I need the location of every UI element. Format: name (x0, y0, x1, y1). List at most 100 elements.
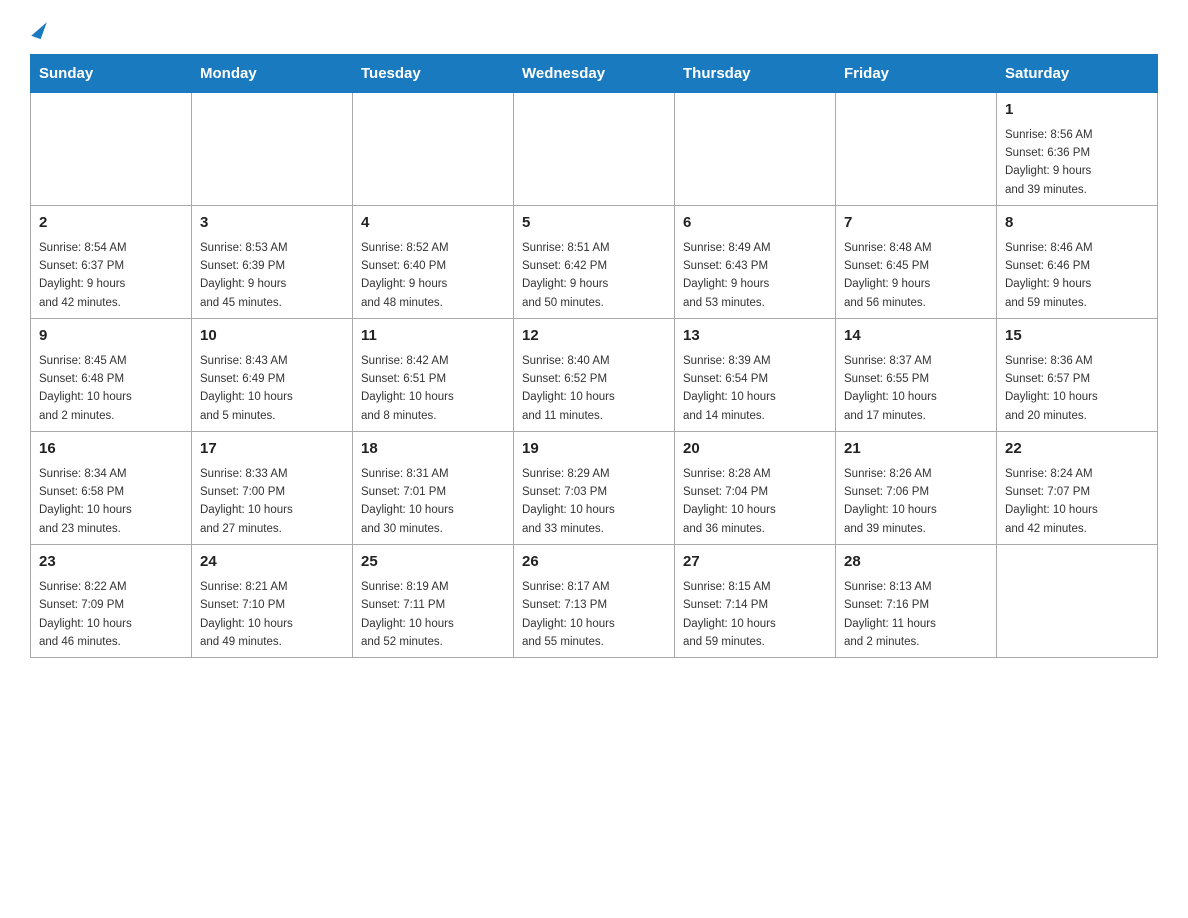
day-info: Sunrise: 8:34 AM Sunset: 6:58 PM Dayligh… (39, 465, 183, 539)
day-number: 7 (844, 212, 988, 235)
day-number: 10 (200, 325, 344, 348)
calendar-cell: 11 Sunrise: 8:42 AM Sunset: 6:51 PM Dayli… (353, 319, 514, 432)
weekday-header-saturday: Saturday (997, 55, 1158, 93)
day-info: Sunrise: 8:33 AM Sunset: 7:00 PM Dayligh… (200, 465, 344, 539)
week-row-5: 23 Sunrise: 8:22 AM Sunset: 7:09 PM Dayli… (31, 545, 1158, 658)
calendar-cell: 16 Sunrise: 8:34 AM Sunset: 6:58 PM Dayli… (31, 432, 192, 545)
weekday-header-thursday: Thursday (675, 55, 836, 93)
calendar-cell (353, 93, 514, 206)
day-number: 2 (39, 212, 183, 235)
day-info: Sunrise: 8:45 AM Sunset: 6:48 PM Dayligh… (39, 352, 183, 426)
week-row-3: 9 Sunrise: 8:45 AM Sunset: 6:48 PM Daylig… (31, 319, 1158, 432)
day-info: Sunrise: 8:22 AM Sunset: 7:09 PM Dayligh… (39, 578, 183, 652)
calendar-table: SundayMondayTuesdayWednesdayThursdayFrid… (30, 54, 1158, 658)
calendar-cell: 20 Sunrise: 8:28 AM Sunset: 7:04 PM Dayli… (675, 432, 836, 545)
calendar-cell: 25Sunrise: 8:19 AM Sunset: 7:11 PM Dayli… (353, 545, 514, 658)
weekday-header-row: SundayMondayTuesdayWednesdayThursdayFrid… (31, 55, 1158, 93)
day-info: Sunrise: 8:46 AM Sunset: 6:46 PM Dayligh… (1005, 239, 1149, 313)
day-info: Sunrise: 8:15 AM Sunset: 7:14 PM Dayligh… (683, 578, 827, 652)
day-number: 23 (39, 551, 183, 574)
day-info: Sunrise: 8:36 AM Sunset: 6:57 PM Dayligh… (1005, 352, 1149, 426)
day-info: Sunrise: 8:29 AM Sunset: 7:03 PM Dayligh… (522, 465, 666, 539)
weekday-header-friday: Friday (836, 55, 997, 93)
calendar-cell: 26 Sunrise: 8:17 AM Sunset: 7:13 PM Dayli… (514, 545, 675, 658)
day-info: Sunrise: 8:54 AM Sunset: 6:37 PM Dayligh… (39, 239, 183, 313)
day-info: Sunrise: 8:52 AM Sunset: 6:40 PM Dayligh… (361, 239, 505, 313)
day-number: 5 (522, 212, 666, 235)
week-row-4: 16 Sunrise: 8:34 AM Sunset: 6:58 PM Dayli… (31, 432, 1158, 545)
day-number: 8 (1005, 212, 1149, 235)
day-info: Sunrise: 8:43 AM Sunset: 6:49 PM Dayligh… (200, 352, 344, 426)
weekday-header-sunday: Sunday (31, 55, 192, 93)
day-number: 28 (844, 551, 988, 574)
day-info: Sunrise: 8:39 AM Sunset: 6:54 PM Dayligh… (683, 352, 827, 426)
day-number: 9 (39, 325, 183, 348)
day-number: 22 (1005, 438, 1149, 461)
calendar-cell: 13 Sunrise: 8:39 AM Sunset: 6:54 PM Dayli… (675, 319, 836, 432)
week-row-1: 1Sunrise: 8:56 AM Sunset: 6:36 PM Daylig… (31, 93, 1158, 206)
day-number: 15 (1005, 325, 1149, 348)
calendar-cell: 6 Sunrise: 8:49 AM Sunset: 6:43 PM Daylig… (675, 206, 836, 319)
day-number: 26 (522, 551, 666, 574)
calendar-cell: 15 Sunrise: 8:36 AM Sunset: 6:57 PM Dayli… (997, 319, 1158, 432)
day-number: 19 (522, 438, 666, 461)
calendar-cell: 14 Sunrise: 8:37 AM Sunset: 6:55 PM Dayli… (836, 319, 997, 432)
day-info: Sunrise: 8:40 AM Sunset: 6:52 PM Dayligh… (522, 352, 666, 426)
day-number: 11 (361, 325, 505, 348)
day-info: Sunrise: 8:13 AM Sunset: 7:16 PM Dayligh… (844, 578, 988, 652)
calendar-cell: 17 Sunrise: 8:33 AM Sunset: 7:00 PM Dayli… (192, 432, 353, 545)
calendar-cell: 12 Sunrise: 8:40 AM Sunset: 6:52 PM Dayli… (514, 319, 675, 432)
calendar-cell: 5 Sunrise: 8:51 AM Sunset: 6:42 PM Daylig… (514, 206, 675, 319)
day-number: 25 (361, 551, 505, 574)
day-number: 16 (39, 438, 183, 461)
calendar-cell: 21Sunrise: 8:26 AM Sunset: 7:06 PM Dayli… (836, 432, 997, 545)
page-header (30, 20, 1158, 38)
calendar-cell: 23 Sunrise: 8:22 AM Sunset: 7:09 PM Dayli… (31, 545, 192, 658)
day-info: Sunrise: 8:28 AM Sunset: 7:04 PM Dayligh… (683, 465, 827, 539)
weekday-header-tuesday: Tuesday (353, 55, 514, 93)
day-info: Sunrise: 8:53 AM Sunset: 6:39 PM Dayligh… (200, 239, 344, 313)
calendar-cell: 27 Sunrise: 8:15 AM Sunset: 7:14 PM Dayli… (675, 545, 836, 658)
day-number: 24 (200, 551, 344, 574)
day-info: Sunrise: 8:31 AM Sunset: 7:01 PM Dayligh… (361, 465, 505, 539)
day-number: 14 (844, 325, 988, 348)
calendar-cell: 19 Sunrise: 8:29 AM Sunset: 7:03 PM Dayli… (514, 432, 675, 545)
calendar-cell: 2 Sunrise: 8:54 AM Sunset: 6:37 PM Daylig… (31, 206, 192, 319)
calendar-cell (997, 545, 1158, 658)
day-number: 4 (361, 212, 505, 235)
day-number: 13 (683, 325, 827, 348)
day-number: 18 (361, 438, 505, 461)
calendar-cell: 8 Sunrise: 8:46 AM Sunset: 6:46 PM Daylig… (997, 206, 1158, 319)
day-number: 17 (200, 438, 344, 461)
day-number: 6 (683, 212, 827, 235)
calendar-cell: 1Sunrise: 8:56 AM Sunset: 6:36 PM Daylig… (997, 93, 1158, 206)
day-info: Sunrise: 8:24 AM Sunset: 7:07 PM Dayligh… (1005, 465, 1149, 539)
day-number: 12 (522, 325, 666, 348)
day-info: Sunrise: 8:49 AM Sunset: 6:43 PM Dayligh… (683, 239, 827, 313)
calendar-cell: 9 Sunrise: 8:45 AM Sunset: 6:48 PM Daylig… (31, 319, 192, 432)
day-info: Sunrise: 8:42 AM Sunset: 6:51 PM Dayligh… (361, 352, 505, 426)
day-info: Sunrise: 8:17 AM Sunset: 7:13 PM Dayligh… (522, 578, 666, 652)
calendar-cell: 18 Sunrise: 8:31 AM Sunset: 7:01 PM Dayli… (353, 432, 514, 545)
calendar-cell: 7 Sunrise: 8:48 AM Sunset: 6:45 PM Daylig… (836, 206, 997, 319)
day-info: Sunrise: 8:37 AM Sunset: 6:55 PM Dayligh… (844, 352, 988, 426)
weekday-header-wednesday: Wednesday (514, 55, 675, 93)
day-number: 20 (683, 438, 827, 461)
calendar-cell: 22 Sunrise: 8:24 AM Sunset: 7:07 PM Dayli… (997, 432, 1158, 545)
calendar-cell (514, 93, 675, 206)
day-info: Sunrise: 8:26 AM Sunset: 7:06 PM Dayligh… (844, 465, 988, 539)
logo-triangle-icon (31, 19, 47, 39)
calendar-cell: 24 Sunrise: 8:21 AM Sunset: 7:10 PM Dayli… (192, 545, 353, 658)
week-row-2: 2 Sunrise: 8:54 AM Sunset: 6:37 PM Daylig… (31, 206, 1158, 319)
calendar-cell: 3Sunrise: 8:53 AM Sunset: 6:39 PM Daylig… (192, 206, 353, 319)
logo (30, 20, 44, 38)
day-info: Sunrise: 8:48 AM Sunset: 6:45 PM Dayligh… (844, 239, 988, 313)
calendar-cell: 10 Sunrise: 8:43 AM Sunset: 6:49 PM Dayli… (192, 319, 353, 432)
day-info: Sunrise: 8:51 AM Sunset: 6:42 PM Dayligh… (522, 239, 666, 313)
calendar-cell (675, 93, 836, 206)
day-number: 1 (1005, 99, 1149, 122)
calendar-cell: 28 Sunrise: 8:13 AM Sunset: 7:16 PM Dayli… (836, 545, 997, 658)
day-info: Sunrise: 8:21 AM Sunset: 7:10 PM Dayligh… (200, 578, 344, 652)
calendar-cell (31, 93, 192, 206)
day-number: 27 (683, 551, 827, 574)
